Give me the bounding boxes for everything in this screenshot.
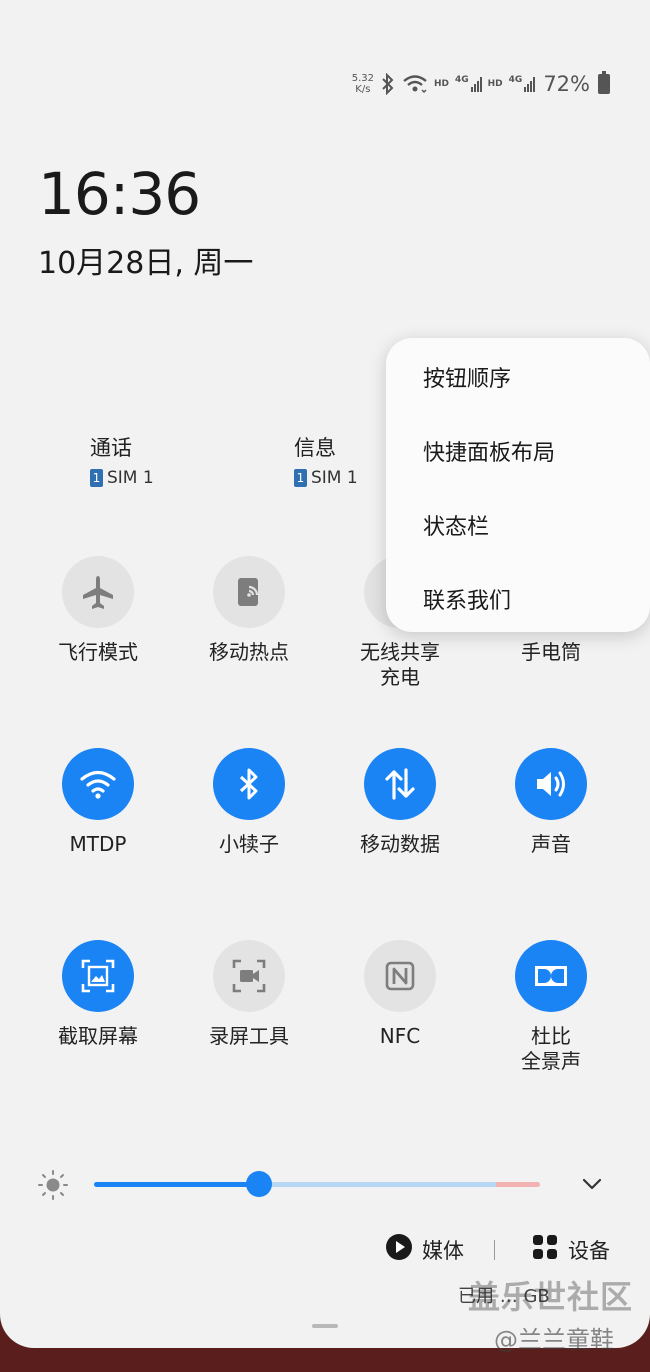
hd-label-1: HD [433, 79, 449, 89]
menu-item-status-bar[interactable]: 状态栏 [423, 509, 489, 541]
brightness-icon [36, 1168, 70, 1206]
panel-drag-handle[interactable] [312, 1324, 338, 1328]
lte-label-2: 4G [508, 75, 523, 85]
hotspot-icon[interactable] [213, 556, 285, 628]
tile-mobile-hotspot[interactable]: 移动热点 [184, 556, 314, 665]
battery-percent: 72% [543, 72, 590, 96]
tile-wifi[interactable]: MTDP [33, 748, 163, 857]
more-options-menu: 按钮顺序 快捷面板布局 状态栏 联系我们 [386, 338, 650, 632]
wifi-icon[interactable] [62, 748, 134, 820]
brightness-slider-warning-zone [496, 1182, 540, 1187]
menu-item-panel-layout[interactable]: 快捷面板布局 [423, 435, 555, 467]
tile-label: 手电筒 [521, 640, 581, 664]
network-speed-unit: K/s [355, 84, 371, 95]
tile-label: 录屏工具 [209, 1024, 289, 1048]
sim-selector-title: 信息 [294, 436, 336, 460]
sim-label: SIM 1 [311, 468, 358, 488]
media-label: 媒体 [422, 1238, 464, 1263]
sim-card-icon: 1 [90, 469, 103, 487]
airplane-icon[interactable] [62, 556, 134, 628]
quick-panel: 5.32 K/s HD 4G HD 4G 72% 16:36 10月28日, 周… [0, 0, 650, 1348]
sim-label: SIM 1 [107, 468, 154, 488]
lte-label-1: 4G [454, 75, 469, 85]
play-icon [386, 1234, 412, 1265]
tile-nfc[interactable]: NFC [335, 940, 465, 1049]
nfc-icon[interactable] [364, 940, 436, 1012]
sim-selector-messages[interactable]: 信息 1 SIM 1 [294, 432, 358, 488]
sim-card-icon: 1 [294, 469, 307, 487]
watermark-logo-text: 盖乐世社区 [468, 1278, 634, 1316]
sound-icon[interactable] [515, 748, 587, 820]
signal-icon [470, 76, 482, 92]
hd-label-2: HD [487, 79, 503, 89]
mobile-data-icon[interactable] [364, 748, 436, 820]
tile-label: 杜比 全景声 [521, 1024, 581, 1073]
screenshot-icon[interactable] [62, 940, 134, 1012]
tile-airplane-mode[interactable]: 飞行模式 [33, 556, 163, 665]
bluetooth-icon [380, 73, 396, 95]
status-bar: 5.32 K/s HD 4G HD 4G 72% [352, 66, 610, 102]
devices-button[interactable]: 设备 [532, 1234, 610, 1265]
bluetooth-icon[interactable] [213, 748, 285, 820]
watermark-credit: @兰兰童鞋 [494, 1326, 614, 1354]
tile-label: 小犊子 [219, 832, 279, 856]
tile-dolby-atmos[interactable]: 杜比 全景声 [486, 940, 616, 1074]
devices-label: 设备 [568, 1238, 610, 1263]
tile-screenshot[interactable]: 截取屏幕 [33, 940, 163, 1049]
signal-icon [524, 76, 536, 92]
clock-date[interactable]: 10月28日, 周一 [38, 238, 253, 282]
devices-icon [532, 1234, 558, 1265]
media-button[interactable]: 媒体 [386, 1234, 464, 1265]
chevron-down-icon[interactable] [580, 1172, 604, 1200]
tile-sound[interactable]: 声音 [486, 748, 616, 857]
wifi-icon [402, 74, 428, 94]
tile-label: 移动数据 [360, 832, 440, 856]
screen-record-icon[interactable] [213, 940, 285, 1012]
sim-selector-calls[interactable]: 通话 1 SIM 1 [90, 432, 154, 488]
sim-selector-title: 通话 [90, 436, 132, 460]
clock-time[interactable]: 16:36 [38, 160, 201, 228]
tile-label: 飞行模式 [58, 640, 138, 664]
brightness-slider-thumb[interactable] [246, 1171, 273, 1197]
brightness-slider[interactable] [94, 1171, 540, 1197]
tile-label: MTDP [69, 832, 127, 856]
menu-item-button-order[interactable]: 按钮顺序 [423, 361, 511, 393]
battery-charging-icon [598, 71, 610, 94]
tile-bluetooth[interactable]: 小犊子 [184, 748, 314, 857]
divider [494, 1240, 495, 1260]
tile-mobile-data[interactable]: 移动数据 [335, 748, 465, 857]
menu-item-contact-us[interactable]: 联系我们 [423, 583, 511, 615]
tile-label: 声音 [531, 832, 571, 856]
dolby-icon[interactable] [515, 940, 587, 1012]
tile-label: 无线共享 充电 [360, 640, 440, 689]
brightness-slider-fill [94, 1182, 260, 1187]
tile-label: 移动热点 [209, 640, 289, 664]
network-speed: 5.32 K/s [352, 73, 374, 95]
network-speed-value: 5.32 [351, 73, 374, 84]
tile-screen-recorder[interactable]: 录屏工具 [184, 940, 314, 1049]
tile-label: NFC [379, 1024, 421, 1048]
tile-label: 截取屏幕 [58, 1024, 138, 1048]
